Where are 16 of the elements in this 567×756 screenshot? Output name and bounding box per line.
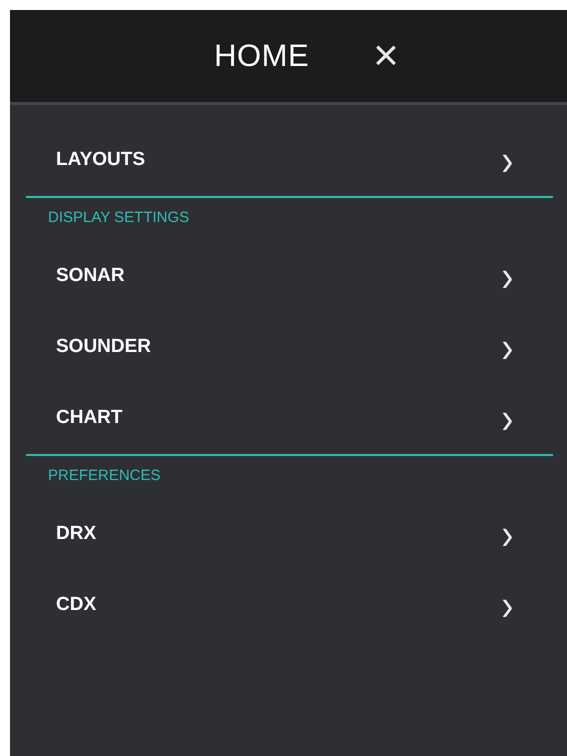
- chevron-icon: ›: [502, 396, 514, 440]
- menu-item[interactable]: SONAR ›: [10, 241, 567, 312]
- menu-item[interactable]: DRX ›: [10, 499, 567, 570]
- menu-item[interactable]: SOUNDER ›: [10, 312, 567, 383]
- menu-item[interactable]: CDX ›: [10, 570, 567, 641]
- chevron-icon: ›: [502, 512, 514, 556]
- chevron-icon: ›: [502, 584, 514, 628]
- chevron-icon: ›: [502, 254, 514, 298]
- close-button[interactable]: ×: [373, 34, 399, 78]
- chevron-icon: ›: [502, 326, 514, 370]
- menu-item[interactable]: LAYOUTS ›: [10, 125, 567, 196]
- section-heading: PREFERENCES: [48, 467, 161, 484]
- header-title: HOME: [214, 36, 310, 75]
- chevron-icon: ›: [502, 138, 514, 182]
- section-heading: DISPLAY SETTINGS: [48, 209, 190, 226]
- menu-item[interactable]: CHART ›: [10, 383, 567, 454]
